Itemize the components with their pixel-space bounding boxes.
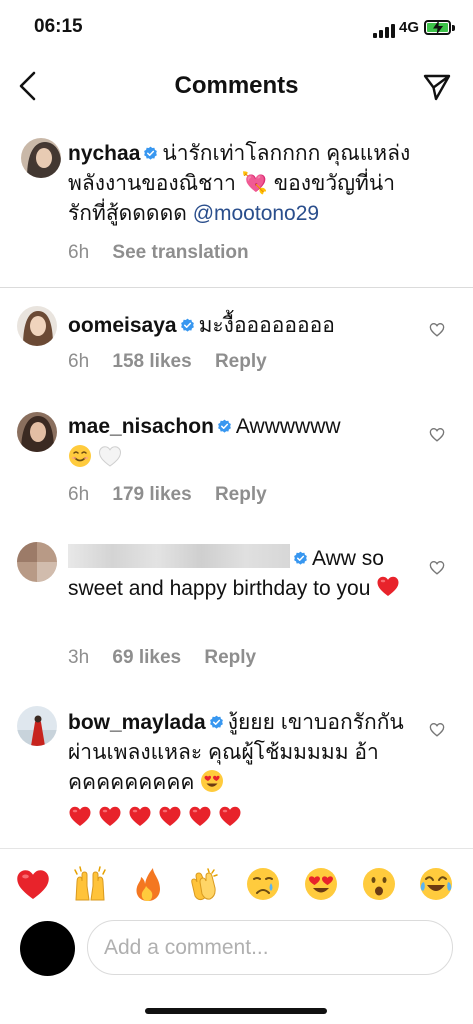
red-hearts-row — [68, 802, 248, 832]
comment-time: 3h — [68, 647, 90, 668]
heart-eyes-reaction-icon[interactable] — [303, 866, 339, 902]
red-heart-icon — [188, 804, 212, 828]
avatar[interactable] — [21, 138, 61, 178]
red-heart-icon — [376, 574, 400, 598]
verified-badge-icon — [143, 146, 158, 161]
avatar[interactable] — [17, 542, 57, 582]
comment-text-block: Aww so sweet and happy birthday to you — [68, 544, 418, 604]
header: Comments — [0, 56, 473, 118]
username[interactable]: nychaa — [68, 142, 140, 165]
clapping-hands-reaction-icon[interactable] — [186, 866, 222, 902]
like-heart-icon[interactable] — [429, 560, 445, 575]
surprised-face-reaction-icon[interactable] — [361, 866, 397, 902]
see-translation-button[interactable]: See translation — [112, 242, 248, 263]
caption: nychaa น่ารักเท่าโลกกกก คุณแหล่งพลังงานขอ… — [0, 132, 473, 288]
caption-time: 6h — [68, 242, 90, 263]
verified-badge-icon — [209, 715, 224, 730]
direct-send-icon[interactable] — [422, 72, 452, 102]
verified-badge-icon — [180, 318, 195, 333]
heart-eyes-icon — [201, 770, 224, 792]
status-time: 06:15 — [34, 16, 83, 37]
white-heart-icon — [98, 446, 122, 467]
reply-button[interactable]: Reply — [215, 484, 267, 505]
red-heart-icon — [158, 804, 182, 828]
fire-reaction-icon[interactable] — [130, 866, 166, 902]
verified-badge-icon — [217, 419, 232, 434]
tears-of-joy-reaction-icon[interactable] — [418, 866, 454, 902]
charging-bolt-icon — [433, 20, 443, 35]
username[interactable]: mae_nisachon — [68, 415, 214, 438]
avatar[interactable] — [17, 706, 57, 746]
red-heart-icon — [218, 804, 242, 828]
comment-meta: 6h 158 likes Reply — [68, 351, 285, 373]
comments-screen: 06:15 4G Comments nychaa น่ารักเท่าโลกกกก… — [0, 0, 473, 1024]
battery-cap — [452, 25, 455, 31]
comment-input[interactable] — [87, 920, 453, 975]
likes-count[interactable]: 179 likes — [112, 484, 191, 505]
status-bar: 06:15 4G — [0, 0, 473, 56]
username[interactable]: bow_maylada — [68, 711, 206, 734]
comment-meta: 6h 179 likes Reply — [68, 484, 285, 506]
like-heart-icon[interactable] — [429, 322, 445, 337]
like-heart-icon[interactable] — [429, 722, 445, 737]
comment-text-block: mae_nisachon Awwwwww — [68, 412, 418, 472]
caption-meta: 6h See translation — [68, 242, 267, 264]
blurred-username[interactable] — [68, 544, 290, 568]
reply-button[interactable]: Reply — [204, 647, 256, 668]
page-title: Comments — [174, 72, 299, 99]
comment-text-block: bow_maylada งู้ยยย เขาบอกรักกันผ่านเพลงแห… — [68, 708, 423, 832]
crying-face-reaction-icon[interactable] — [245, 866, 281, 902]
like-heart-icon[interactable] — [429, 427, 445, 442]
my-avatar — [20, 921, 75, 976]
caption-text-block: nychaa น่ารักเท่าโลกกกก คุณแหล่งพลังงานขอ… — [68, 139, 418, 229]
caption-emoji: 💘 — [241, 172, 268, 195]
reply-button[interactable]: Reply — [215, 351, 267, 372]
comment-text: Awwwwww — [235, 415, 341, 438]
comment-time: 6h — [68, 484, 90, 505]
avatar[interactable] — [17, 412, 57, 452]
red-heart-icon — [98, 804, 122, 828]
red-heart-icon — [68, 804, 92, 828]
network-type: 4G — [399, 19, 420, 36]
signal-icon — [373, 24, 395, 38]
avatar[interactable] — [17, 306, 57, 346]
red-heart-icon — [128, 804, 152, 828]
username[interactable]: oomeisaya — [68, 314, 177, 337]
quick-reaction-bar — [0, 848, 473, 918]
comment-text: มะงื้ออออออออ — [198, 314, 335, 337]
comment-time: 6h — [68, 351, 90, 372]
raised-hands-reaction-icon[interactable] — [72, 866, 108, 902]
likes-count[interactable]: 69 likes — [112, 647, 181, 668]
comment-text-block: oomeisaya มะงื้ออออออออ — [68, 311, 418, 341]
red-heart-reaction-icon[interactable] — [15, 866, 51, 902]
verified-badge-icon — [293, 551, 308, 566]
smiling-face-icon — [69, 445, 91, 467]
home-indicator — [145, 1008, 327, 1014]
mention-link[interactable]: @mootono29 — [193, 202, 319, 225]
likes-count[interactable]: 158 likes — [112, 351, 191, 372]
comment-meta: 3h 69 likes Reply — [68, 647, 274, 669]
